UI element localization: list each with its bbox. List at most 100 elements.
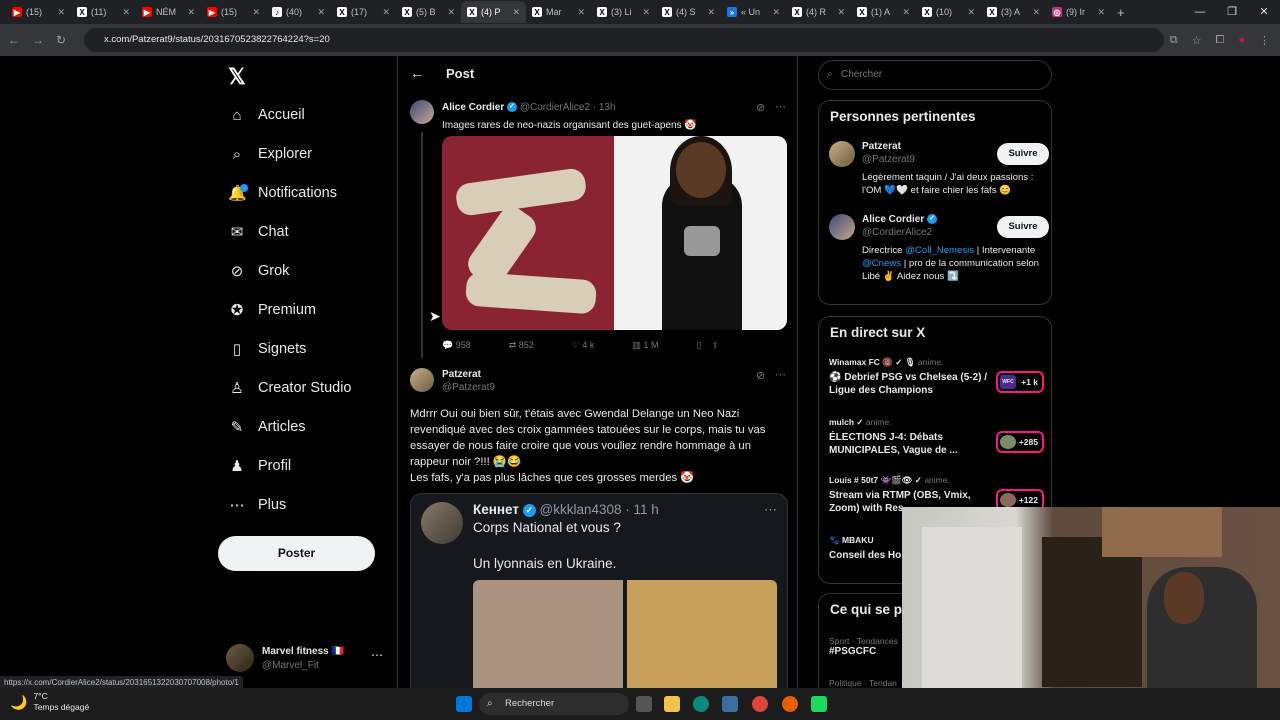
close-tab-icon[interactable]: ✕ xyxy=(252,7,260,18)
mention-link[interactable]: @Coll_Nemesis xyxy=(905,245,974,256)
browser-tab[interactable]: » « Un ✕ xyxy=(721,1,786,23)
tweet-media[interactable] xyxy=(442,136,787,330)
tweet-author[interactable]: Alice Cordier ✓ @CordierAlice2 · 13h xyxy=(442,102,616,113)
search-input[interactable]: ⌕ Chercher xyxy=(818,60,1052,90)
close-tab-icon[interactable]: ✕ xyxy=(317,7,325,18)
extensions-icon[interactable]: ⧠ xyxy=(1216,34,1225,47)
browser-tab[interactable]: X (17) ✕ xyxy=(331,1,396,23)
windows-start-icon[interactable] xyxy=(456,696,472,712)
maximize-button[interactable]: ❐ xyxy=(1216,0,1248,24)
live-item[interactable]: mulch ✓ anime. ÉLECTIONS J-4: Débats MUN… xyxy=(829,417,1044,457)
close-tab-icon[interactable]: ✕ xyxy=(577,7,585,18)
grok-icon[interactable]: ⊘ xyxy=(756,369,765,382)
close-tab-icon[interactable]: ✕ xyxy=(902,7,910,18)
browser-tab[interactable]: X (4) S ✕ xyxy=(656,1,721,23)
x-logo-icon[interactable]: 𝕏 xyxy=(228,64,246,90)
browser-tab[interactable]: X (4) R ✕ xyxy=(786,1,851,23)
like-button[interactable]: ♡ 4 k xyxy=(572,340,595,351)
more-icon[interactable]: ⋯ xyxy=(775,368,786,381)
avatar[interactable] xyxy=(410,368,434,392)
bookmark-button[interactable]: ▯ xyxy=(696,340,701,351)
grok-icon[interactable]: ⊘ xyxy=(756,101,765,114)
follow-button[interactable]: Suivre xyxy=(997,143,1049,165)
more-icon[interactable]: ⋯ xyxy=(371,648,383,662)
close-tab-icon[interactable]: ✕ xyxy=(707,7,715,18)
nav-signets[interactable]: ▯ Signets xyxy=(228,335,307,363)
account-switcher[interactable]: Marvel fitness 🇫🇷 @Marvel_Fit ⋯ xyxy=(226,642,396,676)
close-tab-icon[interactable]: ✕ xyxy=(382,7,390,18)
browser-tab[interactable]: ▶ (15) ✕ xyxy=(6,1,71,23)
back-icon[interactable]: ← xyxy=(8,33,20,47)
minimize-button[interactable]: — xyxy=(1184,0,1216,24)
url-field[interactable]: x.com/Patzerat9/status/20316705238227642… xyxy=(84,28,1164,52)
store-icon[interactable] xyxy=(722,696,738,712)
more-icon[interactable]: ⋯ xyxy=(775,100,786,113)
chrome-icon[interactable] xyxy=(752,696,768,712)
browser-tab[interactable]: X (11) ✕ xyxy=(71,1,136,23)
bookmark-star-icon[interactable]: ☆ xyxy=(1192,34,1202,47)
profile-icon[interactable]: ● xyxy=(1238,34,1245,46)
browser-tab[interactable]: X (1) A ✕ xyxy=(851,1,916,23)
close-tab-icon[interactable]: ✕ xyxy=(967,7,975,18)
close-tab-icon[interactable]: ✕ xyxy=(837,7,845,18)
browser-tab[interactable]: ◎ (9) Ir ✕ xyxy=(1046,1,1111,23)
close-tab-icon[interactable]: ✕ xyxy=(772,7,780,18)
close-tab-icon[interactable]: ✕ xyxy=(512,7,520,18)
back-arrow-icon[interactable]: ← xyxy=(410,65,424,81)
quoted-tweet[interactable]: Кеннет ✓ @kkklan4308 · 11 h ⋯ Corps Nati… xyxy=(410,493,788,688)
share-button[interactable]: ⇪ xyxy=(711,340,719,351)
close-tab-icon[interactable]: ✕ xyxy=(57,7,65,18)
app-icon[interactable] xyxy=(811,696,827,712)
nav-chat[interactable]: ✉ Chat xyxy=(228,218,289,246)
close-window-button[interactable]: ✕ xyxy=(1248,0,1280,24)
browser-tab[interactable]: X Mar ✕ xyxy=(526,1,591,23)
browser-tab[interactable]: X (3) Li ✕ xyxy=(591,1,656,23)
reload-icon[interactable]: ↻ xyxy=(56,33,66,47)
views-button[interactable]: ▥ 1 M xyxy=(632,340,658,351)
browser-tab[interactable]: ▶ NÉM ✕ xyxy=(136,1,201,23)
browser-tab[interactable]: ♪ (40) ✕ xyxy=(266,1,331,23)
nav-creator-studio[interactable]: ♙ Creator Studio xyxy=(228,374,351,402)
person-card[interactable]: Alice Cordier ✓ @CordierAlice2 Directric… xyxy=(829,214,1049,302)
browser-tab[interactable]: ▶ (15) ✕ xyxy=(201,1,266,23)
avatar[interactable] xyxy=(829,141,855,167)
browser-tab[interactable]: X (4) P ✕ xyxy=(461,1,526,23)
tweet-author[interactable]: Patzerat xyxy=(442,369,481,380)
nav-grok[interactable]: ⊘ Grok xyxy=(228,257,290,285)
follow-button[interactable]: Suivre xyxy=(997,216,1049,238)
nav-explorer[interactable]: ⌕ Explorer xyxy=(228,140,312,168)
close-tab-icon[interactable]: ✕ xyxy=(447,7,455,18)
close-tab-icon[interactable]: ✕ xyxy=(1097,7,1105,18)
weather-widget[interactable]: 🌙 7°C Temps dégagé xyxy=(10,691,89,713)
task-view-icon[interactable] xyxy=(636,696,652,712)
mention-link[interactable]: @Cnews xyxy=(862,258,901,269)
install-icon[interactable]: ⧉ xyxy=(1170,34,1178,47)
browser-tab[interactable]: X (10) ✕ xyxy=(916,1,981,23)
person-card[interactable]: Patzerat @Patzerat9 Légèrement taquin / … xyxy=(829,141,1049,205)
browser-tab[interactable]: X (3) A ✕ xyxy=(981,1,1046,23)
browser-tab[interactable]: X (5) B ✕ xyxy=(396,1,461,23)
close-tab-icon[interactable]: ✕ xyxy=(122,7,130,18)
nav-profil[interactable]: ♟ Profil xyxy=(228,452,291,480)
reply-button[interactable]: 💬 958 xyxy=(442,340,471,351)
edge-icon[interactable] xyxy=(693,696,709,712)
nav-accueil[interactable]: ⌂ Accueil xyxy=(228,101,304,129)
repost-button[interactable]: ⇄ 852 xyxy=(509,340,534,351)
avatar[interactable] xyxy=(829,214,855,240)
live-item[interactable]: Winamax FC 🔞 ✓ 🎙 anime. ⚽ Debrief PSG vs… xyxy=(829,357,1044,397)
nav-premium[interactable]: ✪ Premium xyxy=(228,296,316,324)
hand-sign-image[interactable] xyxy=(442,136,614,330)
avatar[interactable] xyxy=(410,100,434,124)
nav-plus[interactable]: ⋯ Plus xyxy=(228,491,287,519)
rapper-photo[interactable] xyxy=(614,136,787,330)
file-explorer-icon[interactable] xyxy=(664,696,680,712)
new-tab-button[interactable]: + xyxy=(1117,5,1125,20)
menu-icon[interactable]: ⋮ xyxy=(1259,34,1270,47)
nav-notifications[interactable]: 🔔 Notifications xyxy=(228,179,337,207)
nav-articles[interactable]: ✎ Articles xyxy=(228,413,306,441)
close-tab-icon[interactable]: ✕ xyxy=(1032,7,1040,18)
close-tab-icon[interactable]: ✕ xyxy=(642,7,650,18)
taskbar-search[interactable]: ⌕ Rechercher xyxy=(479,693,629,715)
forward-icon[interactable]: → xyxy=(32,33,44,47)
tweet-patzerat[interactable]: Patzerat @Patzerat9 ⊘ ⋯ xyxy=(398,368,798,408)
